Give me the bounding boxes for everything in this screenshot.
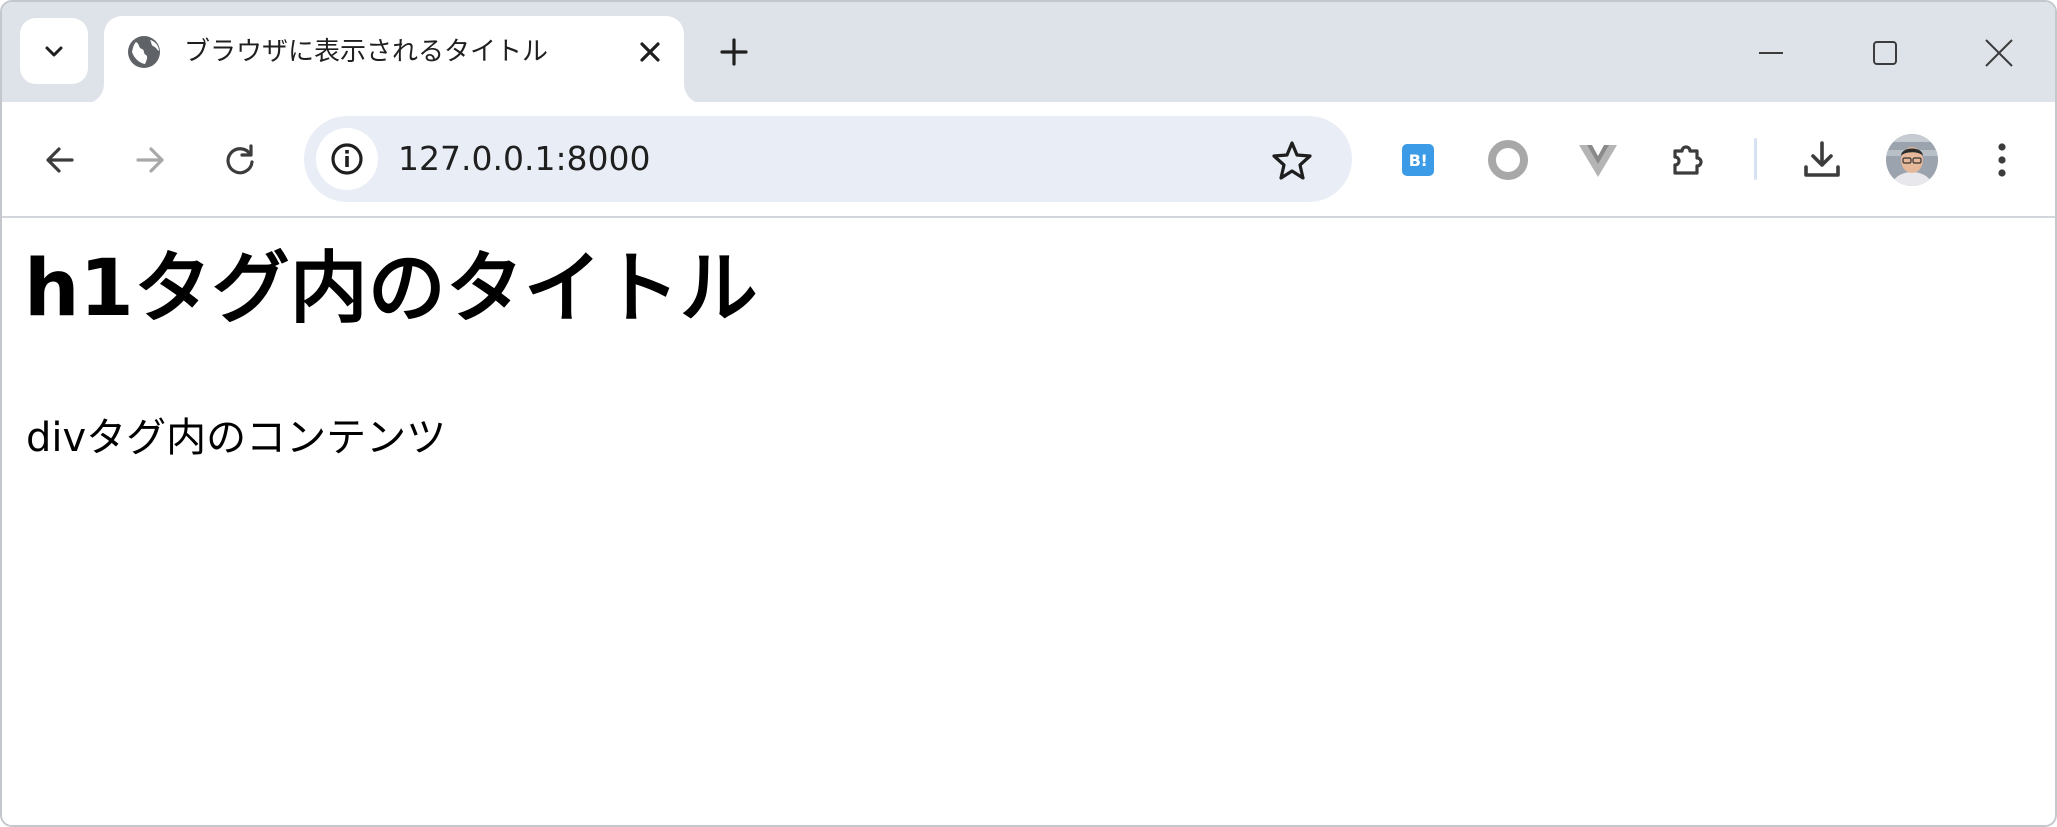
toolbar: 127.0.0.1:8000 B! [2,102,2055,218]
chevron-down-icon [45,46,63,57]
hatena-bookmark-icon: B! [1402,144,1434,176]
arrow-right-icon [136,147,164,173]
browser-window: ブラウザに表示されるタイトル 127.0.0.1:8000 B! h1タグ内のタ… [0,0,2057,827]
kebab-menu-icon [1998,143,2006,177]
back-button[interactable] [30,130,90,190]
tab-search-button[interactable] [20,18,88,84]
close-icon [640,42,660,62]
maximize-button[interactable] [1860,28,1910,78]
hatena-bookmark-extension[interactable]: B! [1388,130,1448,190]
tab-close-button[interactable] [628,30,672,74]
reload-icon [226,144,254,175]
profile-avatar[interactable] [1886,134,1938,186]
profile-photo-icon [1886,134,1938,186]
close-icon [1985,39,2013,67]
minimize-button[interactable] [1746,28,1796,78]
vue-devtools-extension[interactable] [1568,130,1628,190]
vue-icon [1579,145,1617,177]
download-icon [1804,141,1840,177]
downloads-button[interactable] [1792,130,1852,190]
toolbar-separator [1754,138,1757,180]
globe-icon [128,36,160,68]
plus-icon [720,38,748,66]
bookmark-button[interactable] [1266,134,1318,186]
forward-button[interactable] [120,130,180,190]
active-tab[interactable]: ブラウザに表示されるタイトル [104,16,684,104]
address-bar[interactable]: 127.0.0.1:8000 [304,116,1352,202]
star-icon [1272,141,1312,180]
ring-icon [1488,140,1528,180]
reload-button[interactable] [210,130,270,190]
page-heading: h1タグ内のタイトル [24,244,758,334]
url-text[interactable]: 127.0.0.1:8000 [398,140,651,178]
window-close-button[interactable] [1974,28,2024,78]
page-body-text: divタグ内のコンテンツ [26,415,447,461]
ring-extension[interactable] [1478,130,1538,190]
maximize-icon [1873,41,1897,65]
puzzle-icon [1673,145,1703,175]
page-content: h1タグ内のタイトル divタグ内のコンテンツ [2,218,2055,825]
arrow-left-icon [46,147,74,173]
info-icon [331,143,363,175]
minimize-icon [1759,52,1783,54]
extensions-menu-button[interactable] [1658,130,1718,190]
tab-title: ブラウザに表示されるタイトル [184,37,549,67]
site-info-button[interactable] [316,128,378,190]
chrome-menu-button[interactable] [1972,130,2032,190]
tab-strip: ブラウザに表示されるタイトル [2,2,2055,104]
new-tab-button[interactable] [712,30,756,74]
